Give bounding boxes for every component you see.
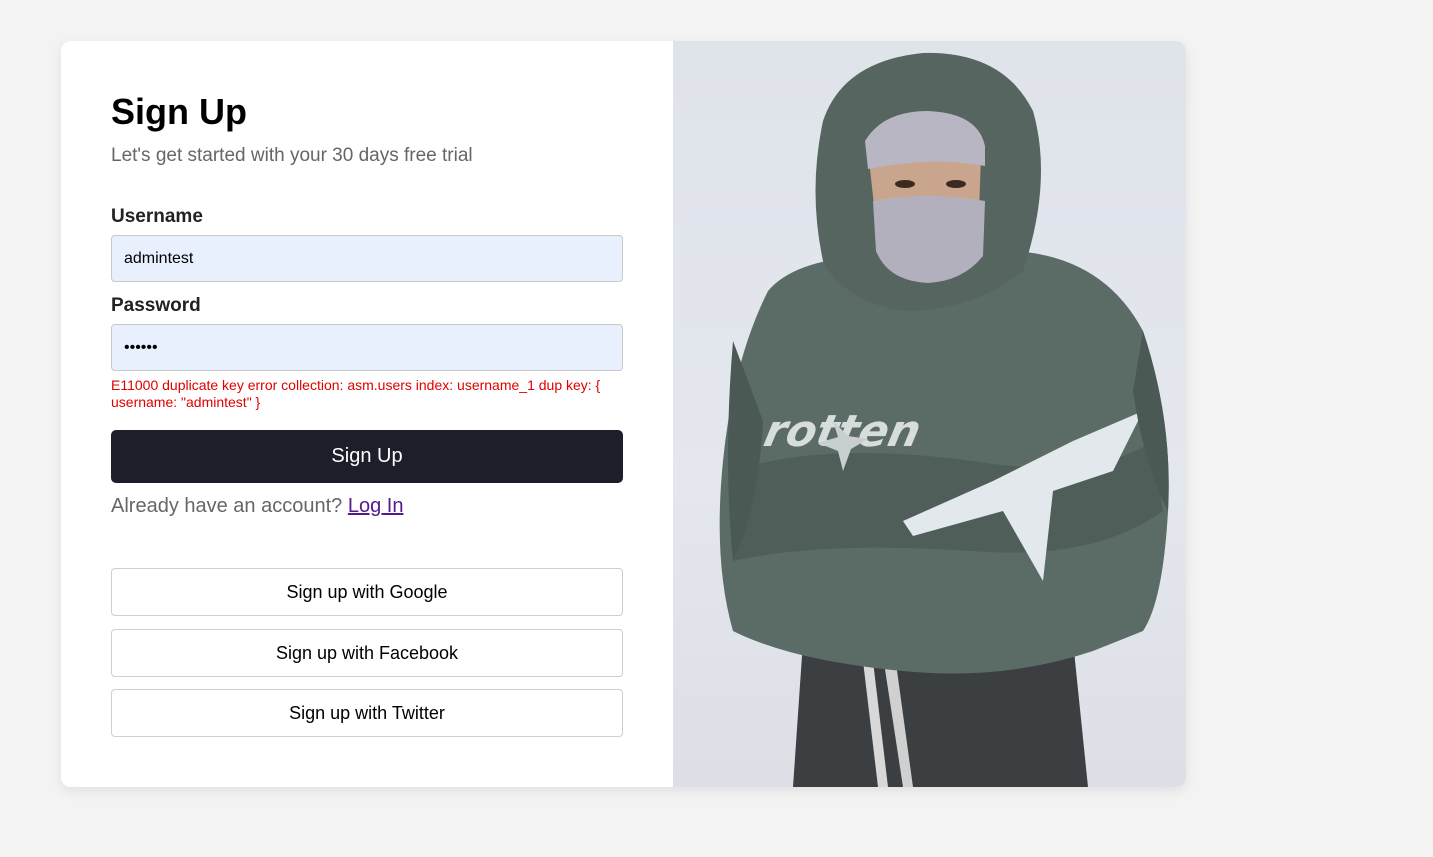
hooded-person-photo-icon: rotten (719, 52, 1169, 787)
password-input[interactable] (111, 324, 623, 371)
page-subtitle: Let's get started with your 30 days free… (111, 145, 473, 166)
error-message: E11000 duplicate key error collection: a… (111, 377, 601, 410)
login-prompt: Already have an account? Log In (111, 494, 403, 518)
signup-card: Sign Up Let's get started with your 30 d… (61, 41, 1186, 787)
username-input[interactable] (111, 235, 623, 282)
password-label: Password (111, 295, 201, 316)
username-label: Username (111, 206, 203, 227)
signup-button[interactable]: Sign Up (111, 430, 623, 483)
google-signup-button[interactable]: Sign up with Google (111, 568, 623, 616)
facebook-signup-button[interactable]: Sign up with Facebook (111, 629, 623, 677)
twitter-signup-button[interactable]: Sign up with Twitter (111, 689, 623, 737)
login-link[interactable]: Log In (348, 495, 404, 517)
hero-image: rotten (673, 41, 1186, 787)
signup-form-panel: Sign Up Let's get started with your 30 d… (61, 41, 673, 787)
login-prompt-text: Already have an account? (111, 495, 343, 517)
page-title: Sign Up (111, 91, 247, 132)
